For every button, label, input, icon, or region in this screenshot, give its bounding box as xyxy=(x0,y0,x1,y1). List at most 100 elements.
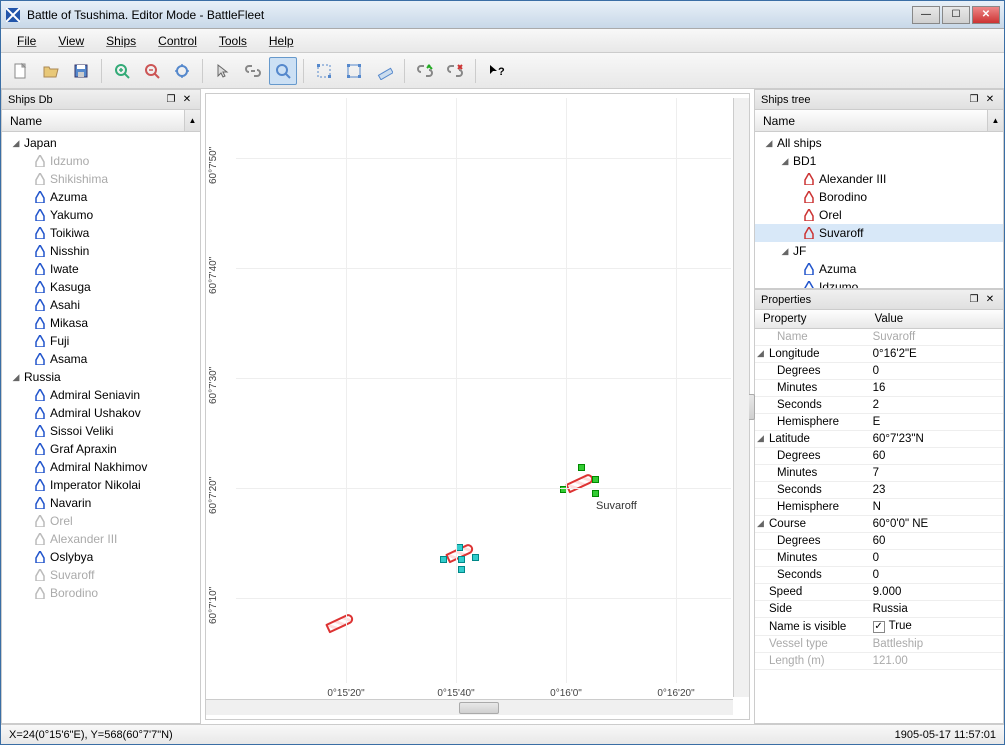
tree-root[interactable]: ◢All ships xyxy=(755,134,1003,152)
ship-item[interactable]: Asama xyxy=(2,350,200,368)
ship-item[interactable]: Sissoi Veliki xyxy=(2,422,200,440)
new-file-button[interactable] xyxy=(7,57,35,85)
scroll-up-icon[interactable]: ▲ xyxy=(987,110,1003,131)
panel-close-button[interactable]: ✕ xyxy=(180,93,194,107)
property-row[interactable]: Degrees60 xyxy=(755,533,1003,550)
ship-item[interactable]: Kasuga xyxy=(2,278,200,296)
tree-group[interactable]: ◢Russia xyxy=(2,368,200,386)
ships-tree-body[interactable]: ◢All ships◢BD1Alexander IIIBorodinoOrelS… xyxy=(755,132,1003,288)
ship-item[interactable]: Idzumo xyxy=(755,278,1003,288)
ship-item[interactable]: Oslybya xyxy=(2,548,200,566)
prop-col-value[interactable]: Value xyxy=(867,310,1003,329)
open-file-button[interactable] xyxy=(37,57,65,85)
menu-tools[interactable]: Tools xyxy=(209,32,257,50)
ship-item[interactable]: Yakumo xyxy=(2,206,200,224)
scroll-up-icon[interactable]: ▲ xyxy=(184,110,200,131)
link-remove-button[interactable] xyxy=(441,57,469,85)
tree-group[interactable]: ◢Japan xyxy=(2,134,200,152)
ship-item[interactable]: Orel xyxy=(2,512,200,530)
ship-item[interactable]: Imperator Nikolai xyxy=(2,476,200,494)
map-area[interactable]: Suvaroff 0°15'20"0°15'40"0°16'0"0°16'20"… xyxy=(205,93,750,720)
ship-item[interactable]: Admiral Ushakov xyxy=(2,404,200,422)
panel-float-button[interactable]: ❐ xyxy=(967,293,981,307)
property-row[interactable]: ◢Course60°0'0" NE xyxy=(755,516,1003,533)
property-row[interactable]: ◢Longitude0°16'2"E xyxy=(755,346,1003,363)
panel-float-button[interactable]: ❐ xyxy=(967,93,981,107)
property-row[interactable]: Seconds0 xyxy=(755,567,1003,584)
ship-item[interactable]: Graf Apraxin xyxy=(2,440,200,458)
ship-item[interactable]: Borodino xyxy=(2,584,200,602)
property-row[interactable]: Seconds23 xyxy=(755,482,1003,499)
ship-item[interactable]: Suvaroff xyxy=(2,566,200,584)
ship-item[interactable]: Azuma xyxy=(2,188,200,206)
zoom-fit-button[interactable] xyxy=(168,57,196,85)
menu-ships[interactable]: Ships xyxy=(96,32,146,50)
property-row[interactable]: ◢Latitude60°7'23"N xyxy=(755,431,1003,448)
property-row[interactable]: Minutes16 xyxy=(755,380,1003,397)
ships-tree-col-header[interactable]: Name ▲ xyxy=(755,110,1003,132)
prop-col-property[interactable]: Property xyxy=(755,310,867,329)
ship-item[interactable]: Admiral Seniavin xyxy=(2,386,200,404)
measure-tool-button[interactable] xyxy=(370,57,398,85)
ship-item[interactable]: Admiral Nakhimov xyxy=(2,458,200,476)
menu-view[interactable]: View xyxy=(48,32,94,50)
property-row[interactable]: Degrees0 xyxy=(755,363,1003,380)
ship-item[interactable]: Navarin xyxy=(2,494,200,512)
menu-file[interactable]: File xyxy=(7,32,46,50)
map-canvas[interactable]: Suvaroff xyxy=(236,98,731,683)
panel-close-button[interactable]: ✕ xyxy=(983,293,997,307)
select-rect-button[interactable] xyxy=(310,57,338,85)
panel-close-button[interactable]: ✕ xyxy=(983,93,997,107)
ship-marker-suvaroff[interactable]: Suvaroff xyxy=(566,478,594,488)
ship-item[interactable]: Alexander III xyxy=(755,170,1003,188)
map-scrollbar-v[interactable] xyxy=(733,98,749,697)
property-row[interactable]: HemisphereE xyxy=(755,414,1003,431)
ship-marker[interactable] xyxy=(326,618,354,628)
zoom-in-button[interactable] xyxy=(108,57,136,85)
zoom-out-button[interactable] xyxy=(138,57,166,85)
property-row[interactable]: SideRussia xyxy=(755,601,1003,618)
property-row[interactable]: Speed9.000 xyxy=(755,584,1003,601)
map-scrollbar-h[interactable] xyxy=(206,699,733,715)
link-tool-button[interactable] xyxy=(239,57,267,85)
select-all-button[interactable] xyxy=(340,57,368,85)
minimize-button[interactable]: — xyxy=(912,6,940,24)
tree-group[interactable]: ◢JF xyxy=(755,242,1003,260)
properties-body[interactable]: PropertyValue NameSuvaroff◢Longitude0°16… xyxy=(755,310,1003,723)
link-add-button[interactable] xyxy=(411,57,439,85)
ship-item[interactable]: Azuma xyxy=(755,260,1003,278)
close-button[interactable]: ✕ xyxy=(972,6,1000,24)
save-button[interactable] xyxy=(67,57,95,85)
property-row[interactable]: NameSuvaroff xyxy=(755,329,1003,346)
ship-item[interactable]: Idzumo xyxy=(2,152,200,170)
pointer-tool-button[interactable] xyxy=(209,57,237,85)
ship-item[interactable]: Iwate xyxy=(2,260,200,278)
zoom-tool-button[interactable] xyxy=(269,57,297,85)
scroll-thumb[interactable] xyxy=(459,702,499,714)
ship-item[interactable]: Alexander III xyxy=(2,530,200,548)
property-row[interactable]: HemisphereN xyxy=(755,499,1003,516)
help-pointer-button[interactable]: ? xyxy=(482,57,510,85)
ship-item[interactable]: Borodino xyxy=(755,188,1003,206)
menu-control[interactable]: Control xyxy=(148,32,207,50)
tree-group[interactable]: ◢BD1 xyxy=(755,152,1003,170)
property-row[interactable]: Vessel typeBattleship xyxy=(755,636,1003,653)
property-row[interactable]: Seconds2 xyxy=(755,397,1003,414)
ship-item[interactable]: Mikasa xyxy=(2,314,200,332)
property-row[interactable]: Name is visible✓True xyxy=(755,618,1003,636)
property-row[interactable]: Minutes0 xyxy=(755,550,1003,567)
maximize-button[interactable]: ☐ xyxy=(942,6,970,24)
ship-marker-selected-2[interactable] xyxy=(446,548,474,558)
panel-float-button[interactable]: ❐ xyxy=(164,93,178,107)
ships-db-tree[interactable]: ◢JapanIdzumoShikishimaAzumaYakumoToikiwa… xyxy=(2,132,200,723)
ship-item[interactable]: Asahi xyxy=(2,296,200,314)
ship-item[interactable]: Nisshin xyxy=(2,242,200,260)
ship-item[interactable]: Fuji xyxy=(2,332,200,350)
property-row[interactable]: Length (m)121.00 xyxy=(755,653,1003,670)
menu-help[interactable]: Help xyxy=(259,32,304,50)
ship-item[interactable]: Shikishima xyxy=(2,170,200,188)
ship-item[interactable]: Orel xyxy=(755,206,1003,224)
ship-item[interactable]: Suvaroff xyxy=(755,224,1003,242)
ships-db-col-header[interactable]: Name ▲ xyxy=(2,110,200,132)
property-row[interactable]: Minutes7 xyxy=(755,465,1003,482)
